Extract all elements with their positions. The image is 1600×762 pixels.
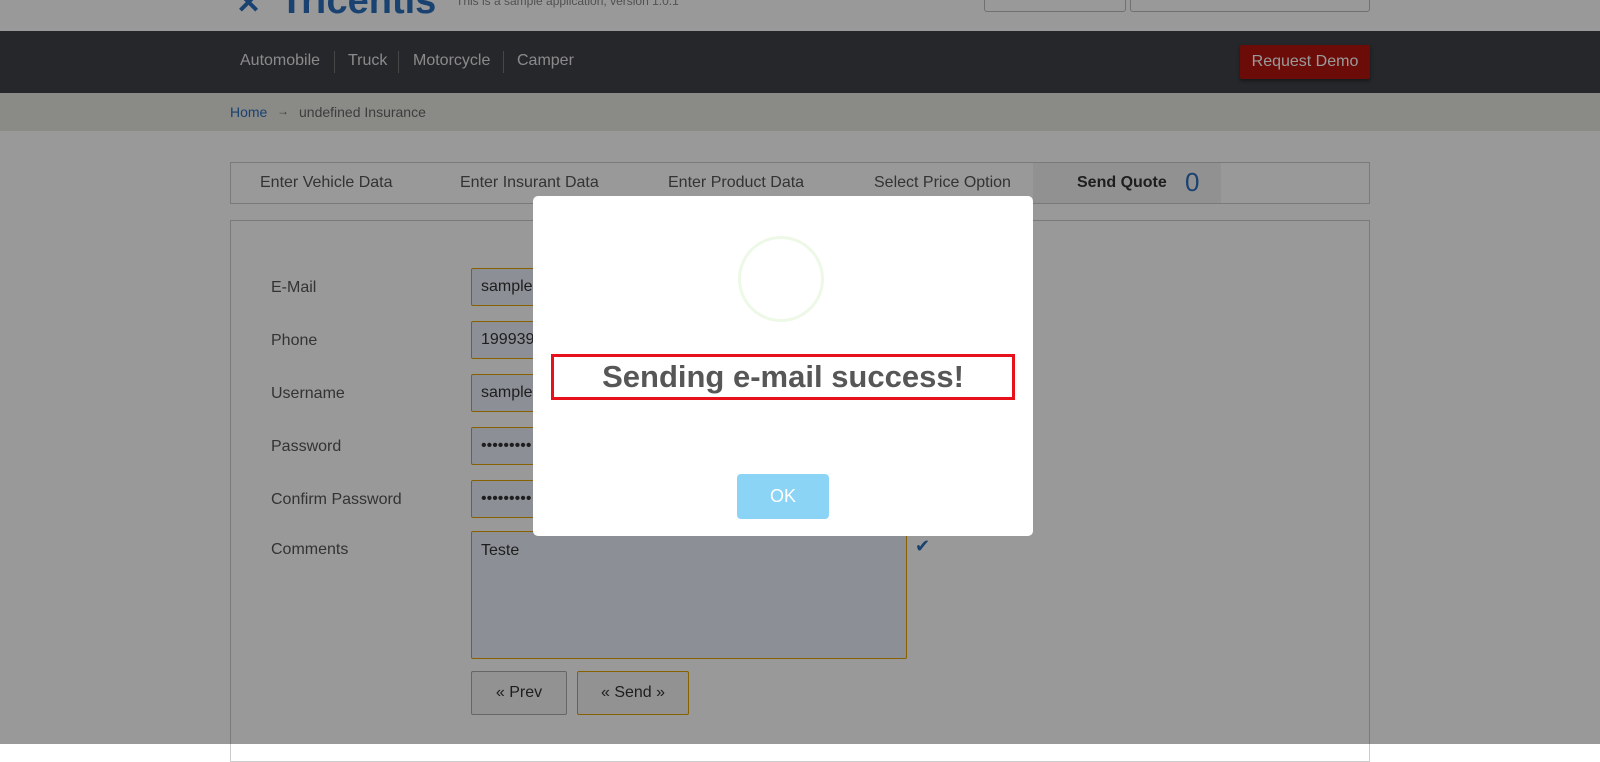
ok-button[interactable]: OK — [737, 474, 829, 519]
success-dialog: Sending e-mail success! OK — [533, 196, 1033, 536]
success-spinner-icon — [738, 236, 824, 322]
highlight-box — [551, 354, 1015, 400]
